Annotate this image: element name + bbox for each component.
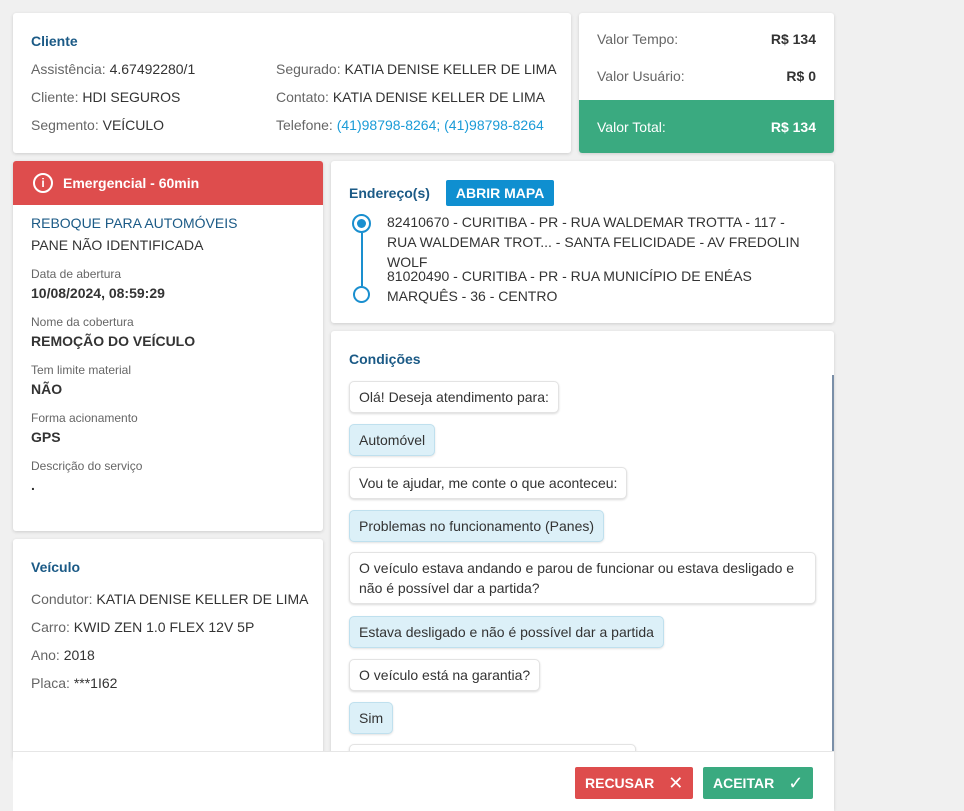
placa-row: Placa: ***1I62 — [31, 675, 118, 691]
data-abertura-value: 10/08/2024, 08:59:29 — [31, 285, 165, 301]
servico-subtitle: PANE NÃO IDENTIFICADA — [31, 237, 204, 253]
aceitar-button[interactable]: ACEITAR ✓ — [703, 767, 814, 799]
field-label: Forma acionamento — [31, 411, 138, 425]
info-icon: i — [33, 173, 53, 193]
conversation-scroll[interactable]: Olá! Deseja atendimento para: Automóvel … — [331, 375, 834, 751]
chat-question: Vou te ajudar, me conte o que aconteceu: — [349, 467, 628, 499]
chat-answer: Estava desligado e não é possível dar a … — [349, 616, 664, 648]
descricao-servico-value: . — [31, 477, 35, 493]
chat-question: O veículo estava andando e parou de func… — [349, 552, 816, 604]
telefone-link[interactable]: (41)98798-8264; (41)98798-8264 — [337, 117, 544, 133]
condicoes-card: Condições Olá! Deseja atendimento para: … — [331, 331, 834, 811]
segurado-value: KATIA DENISE KELLER DE LIMA — [344, 61, 557, 77]
limite-material-value: NÃO — [31, 381, 63, 397]
valor-tempo: R$ 134 — [770, 31, 816, 47]
route-line — [361, 233, 363, 286]
forma-acionamento-value: GPS — [31, 429, 61, 445]
field-label: Tem limite material — [31, 363, 132, 377]
chat-answer: Automóvel — [349, 424, 436, 456]
cliente-row: Cliente: HDI SEGUROS — [31, 89, 181, 105]
chat-question-partial — [349, 744, 636, 751]
enderecos-title: Endereço(s) — [349, 185, 430, 201]
condutor-value: KATIA DENISE KELLER DE LIMA — [96, 591, 309, 607]
origin-marker-icon — [352, 214, 371, 233]
condicoes-title: Condições — [349, 351, 421, 367]
cliente-card: Cliente Assistência: 4.67492280/1 Client… — [13, 13, 571, 153]
field-label: Descrição do serviço — [31, 459, 143, 473]
field-label: Data de abertura — [31, 267, 122, 281]
valor-tempo-row: Valor Tempo: R$ 134 — [597, 31, 816, 47]
origin-address: 82410670 - CURITIBA - PR - RUA WALDEMAR … — [387, 214, 800, 270]
veiculo-title: Veículo — [31, 559, 81, 575]
placa-value: ***1I62 — [73, 675, 118, 691]
cobertura-value: REMOÇÃO DO VEÍCULO — [31, 333, 196, 349]
condutor-row: Condutor: KATIA DENISE KELLER DE LIMA — [31, 591, 309, 607]
action-footer: RECUSAR ✕ ACEITAR ✓ — [13, 751, 834, 811]
carro-value: KWID ZEN 1.0 FLEX 12V 5P — [73, 619, 255, 635]
emergencial-banner: i Emergencial - 60min — [13, 161, 323, 205]
contato-value: KATIA DENISE KELLER DE LIMA — [332, 89, 545, 105]
servico-title: REBOQUE PARA AUTOMÓVEIS — [31, 215, 238, 231]
abrir-mapa-button[interactable]: ABRIR MAPA — [445, 180, 555, 206]
field-label: Nome da cobertura — [31, 315, 134, 329]
banner-label: Emergencial - 60min — [63, 175, 200, 191]
valor-usuario: R$ 0 — [786, 68, 816, 84]
chat-question: O veículo está na garantia? — [349, 659, 541, 691]
segurado-row: Segurado: KATIA DENISE KELLER DE LIMA — [276, 61, 557, 77]
ano-row: Ano: 2018 — [31, 647, 95, 663]
recusar-button[interactable]: RECUSAR ✕ — [575, 767, 694, 799]
destination-address: 81020490 - CURITIBA - PR - RUA MUNICÍPIO… — [387, 268, 752, 304]
destination-marker-icon — [353, 286, 370, 303]
chat-answer: Problemas no funcionamento (Panes) — [349, 510, 605, 542]
valor-total-bar: Valor Total: R$ 134 — [579, 100, 834, 153]
carro-row: Carro: KWID ZEN 1.0 FLEX 12V 5P — [31, 619, 255, 635]
cliente-title: Cliente — [31, 33, 78, 49]
veiculo-card: Veículo Condutor: KATIA DENISE KELLER DE… — [13, 539, 323, 759]
assistencia-value: 4.67492280/1 — [109, 61, 196, 77]
cliente-value: HDI SEGUROS — [82, 89, 181, 105]
assistencia-row: Assistência: 4.67492280/1 — [31, 61, 196, 77]
chat-answer: Sim — [349, 702, 394, 734]
valores-card: Valor Tempo: R$ 134 Valor Usuário: R$ 0 … — [579, 13, 834, 153]
chat-question: Olá! Deseja atendimento para: — [349, 381, 559, 413]
servico-card: i Emergencial - 60min REBOQUE PARA AUTOM… — [13, 161, 323, 531]
telefone-row: Telefone: (41)98798-8264; (41)98798-8264 — [276, 117, 544, 133]
segmento-value: VEÍCULO — [102, 117, 165, 133]
segmento-row: Segmento: VEÍCULO — [31, 117, 165, 133]
ano-value: 2018 — [63, 647, 95, 663]
valor-total: R$ 134 — [770, 118, 816, 135]
enderecos-card: Endereço(s) ABRIR MAPA 82410670 - CURITI… — [331, 161, 834, 323]
check-icon: ✓ — [788, 772, 804, 793]
close-icon: ✕ — [668, 772, 684, 793]
valor-usuario-row: Valor Usuário: R$ 0 — [597, 68, 816, 84]
contato-row: Contato: KATIA DENISE KELLER DE LIMA — [276, 89, 545, 105]
